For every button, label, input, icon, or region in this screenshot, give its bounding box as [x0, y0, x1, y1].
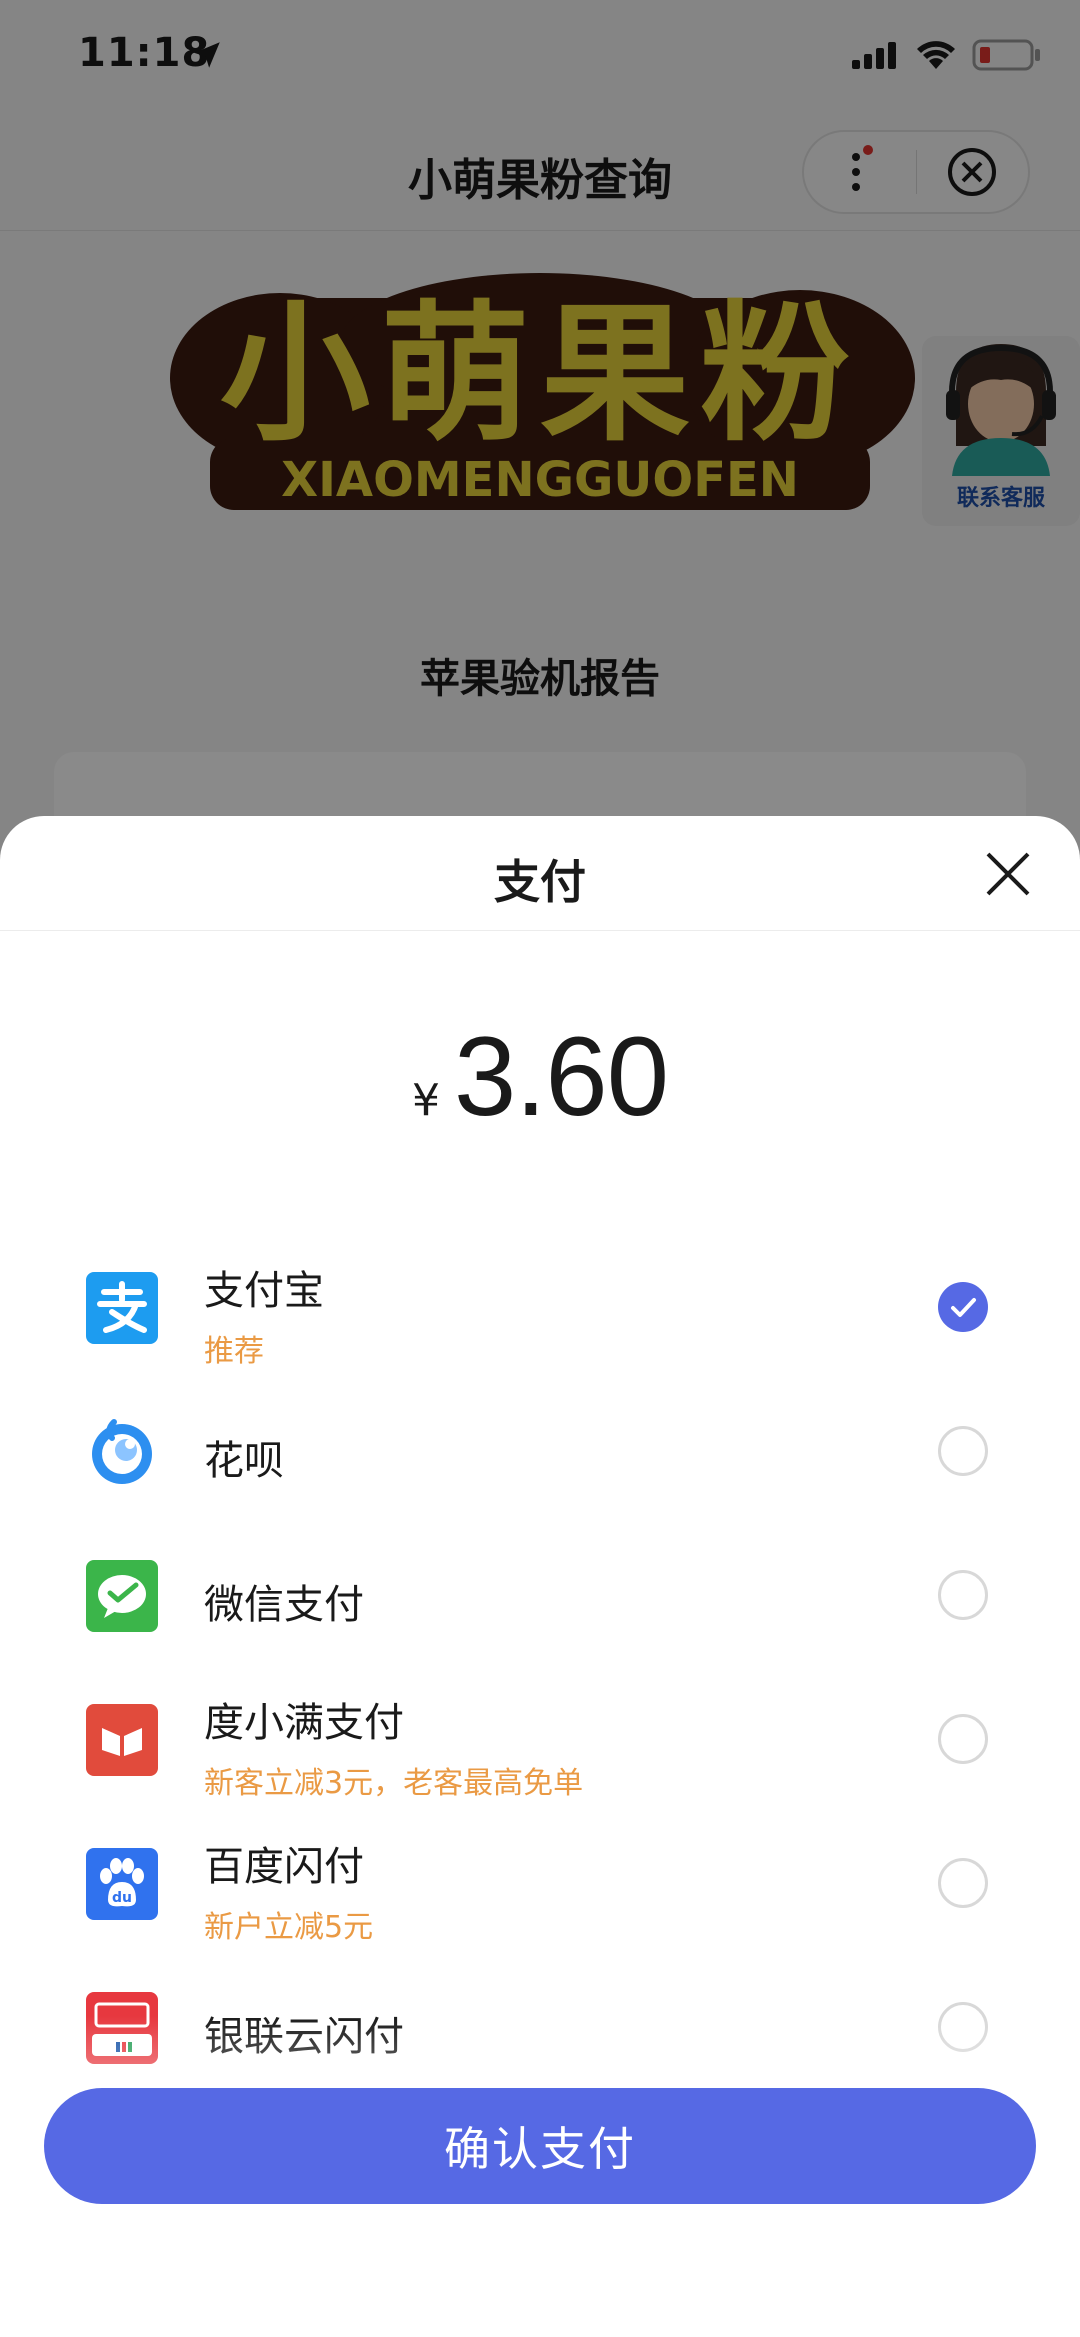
- close-icon[interactable]: [980, 846, 1036, 902]
- payment-sheet-title: 支付: [494, 855, 586, 909]
- payment-option-baidu-pay[interactable]: du 百度闪付 新户立减5元: [0, 1824, 1080, 1945]
- currency-symbol: ¥: [412, 1075, 440, 1126]
- wechat-pay-icon: [86, 1560, 158, 1632]
- payment-sheet-header: 支付: [0, 816, 1080, 931]
- payment-option-name: 微信支付: [204, 1582, 364, 1628]
- alipay-icon: [86, 1272, 158, 1344]
- radio-unselected[interactable]: [938, 1714, 988, 1764]
- radio-unselected[interactable]: [938, 1426, 988, 1476]
- payment-option-wechat-pay[interactable]: 微信支付: [0, 1536, 1080, 1656]
- payment-option-huabei[interactable]: 花呗: [0, 1392, 1080, 1512]
- svg-text:du: du: [112, 1890, 132, 1906]
- radio-unselected[interactable]: [938, 1858, 988, 1908]
- payment-option-name: 百度闪付: [204, 1844, 364, 1890]
- payment-option-name: 花呗: [204, 1438, 284, 1484]
- payment-option-subtitle: 新户立减5元: [204, 1910, 374, 1945]
- baidu-pay-icon: du: [86, 1848, 158, 1920]
- duxiaoman-icon: [86, 1704, 158, 1776]
- checkmark-icon: [951, 1298, 976, 1317]
- payment-option-name: 度小满支付: [204, 1700, 404, 1746]
- payment-option-subtitle: 新客立减3元，老客最高免单: [204, 1766, 584, 1801]
- huabei-icon: [92, 1419, 152, 1484]
- payment-option-subtitle: 推荐: [204, 1334, 264, 1369]
- payment-option-duxiaoman[interactable]: 度小满支付 新客立减3元，老客最高免单: [0, 1680, 1080, 1801]
- radio-selected[interactable]: [938, 1282, 988, 1332]
- payment-option-name: 支付宝: [204, 1268, 324, 1314]
- amount-value: 3.60: [454, 1014, 669, 1139]
- payment-amount: ¥ 3.60: [0, 1012, 1080, 1141]
- payment-option-alipay[interactable]: 支付宝 推荐: [0, 1248, 1080, 1369]
- radio-unselected[interactable]: [938, 1570, 988, 1620]
- payment-sheet: 支付 ¥ 3.60 支付宝 推荐 花呗 微信支付 度小满支付 新客立减3元，老客…: [0, 816, 1080, 2337]
- confirm-payment-button[interactable]: 确认支付: [44, 2088, 1036, 2204]
